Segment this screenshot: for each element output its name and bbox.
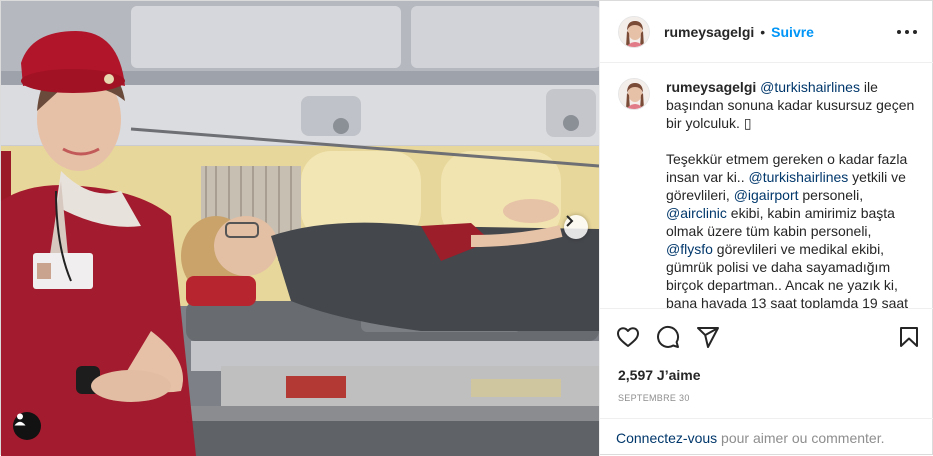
- caption-text-segment: personeli,: [798, 187, 864, 203]
- mention-link[interactable]: @flysfo: [666, 241, 713, 257]
- mention-link[interactable]: @igairport: [734, 187, 799, 203]
- login-link[interactable]: Connectez-vous: [616, 430, 717, 446]
- post-actions: 2,597 J’aime Septembre 30: [600, 308, 933, 418]
- caption-area[interactable]: rumeysagelgi @turkishairlines ile başınd…: [600, 64, 933, 308]
- bookmark-icon: [900, 327, 918, 347]
- avatar[interactable]: [618, 15, 650, 48]
- post-photo[interactable]: [1, 1, 599, 456]
- like-button[interactable]: [616, 325, 640, 349]
- avatar-image: [619, 16, 649, 47]
- more-dot: [905, 30, 909, 34]
- mention-link[interactable]: @turkishairlines: [748, 169, 848, 185]
- caption-row: rumeysagelgi @turkishairlines ile başınd…: [618, 78, 917, 308]
- avatar-image: [619, 79, 649, 109]
- next-photo-button[interactable]: [564, 215, 588, 239]
- heart-icon: [617, 327, 639, 347]
- caption-text: rumeysagelgi @turkishairlines ile başınd…: [666, 78, 917, 308]
- login-prompt: Connectez-vous pour aimer ou commenter.: [600, 418, 933, 456]
- mention-link[interactable]: @turkishairlines: [760, 79, 860, 95]
- caption-username[interactable]: rumeysagelgi: [666, 79, 756, 95]
- post-author-username[interactable]: rumeysagelgi: [664, 24, 754, 40]
- likes-number: 2,597: [618, 367, 654, 383]
- action-icons-row: [616, 325, 921, 351]
- comment-icon: [657, 325, 680, 348]
- post-header: rumeysagelgi • Suivre: [600, 1, 933, 63]
- caption-avatar[interactable]: [618, 78, 650, 110]
- share-button[interactable]: [696, 325, 720, 349]
- caption-paragraph-2: Teşekkür etmem gereken o kadar fazla ins…: [666, 150, 917, 308]
- cabin-photo-illustration: [1, 1, 599, 456]
- post-modal: rumeysagelgi • Suivre rumeysagelgi @turk…: [0, 0, 933, 456]
- save-button[interactable]: [897, 325, 921, 349]
- post-sidebar: rumeysagelgi • Suivre rumeysagelgi @turk…: [599, 1, 933, 456]
- likes-count[interactable]: 2,597 J’aime: [618, 367, 701, 383]
- mention-link[interactable]: @airclinic: [666, 205, 727, 221]
- more-horizontal-icon: [897, 30, 901, 34]
- caption-paragraph-1: rumeysagelgi @turkishairlines ile başınd…: [666, 78, 917, 132]
- more-options-button[interactable]: [897, 23, 917, 41]
- follow-button[interactable]: Suivre: [771, 24, 814, 40]
- paper-plane-icon: [697, 327, 719, 348]
- tagged-users-button[interactable]: [13, 412, 41, 440]
- more-dot: [913, 30, 917, 34]
- separator-dot: •: [760, 23, 766, 40]
- chevron-right-icon: [566, 215, 574, 227]
- login-prompt-text: pour aimer ou commenter.: [717, 430, 885, 446]
- comment-button[interactable]: [656, 325, 680, 349]
- emoji-placeholder: ▯: [743, 115, 752, 131]
- likes-label: J’aime: [653, 367, 701, 383]
- post-date[interactable]: Septembre 30: [618, 393, 690, 403]
- user-tag-icon: [14, 413, 26, 426]
